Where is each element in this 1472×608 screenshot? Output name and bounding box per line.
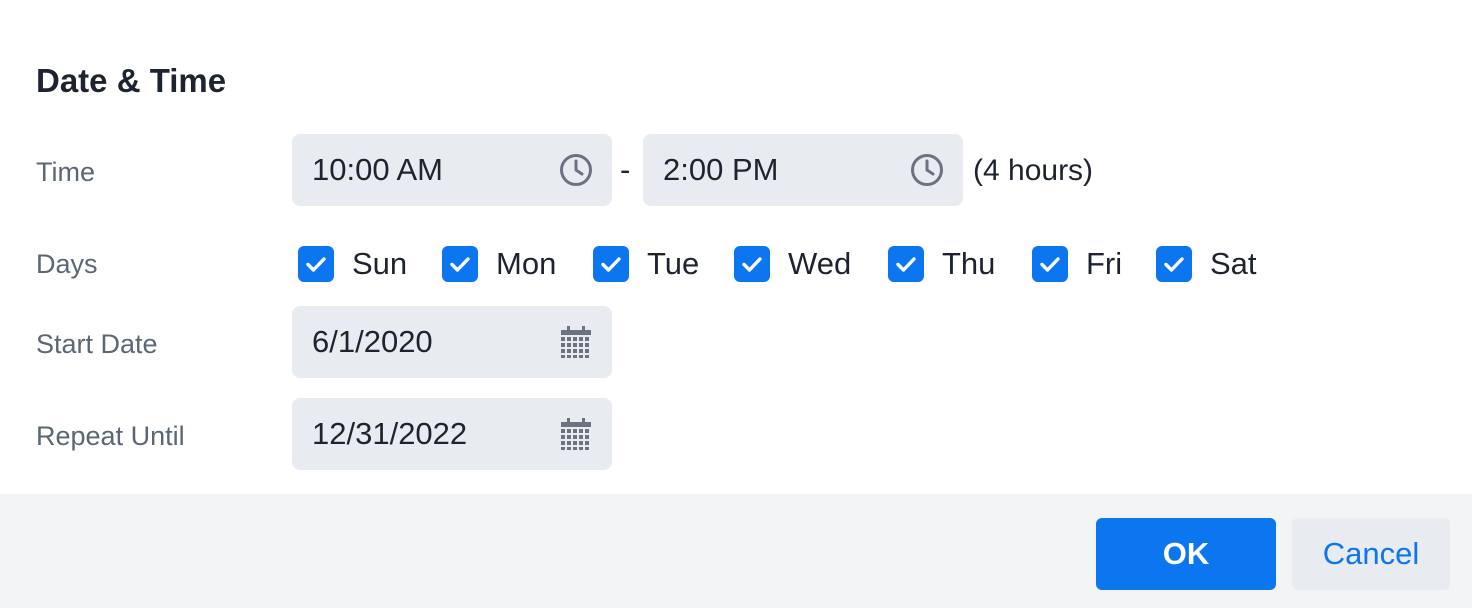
dialog-title: Date & Time xyxy=(36,62,227,99)
checkbox-checked-icon[interactable] xyxy=(734,246,770,282)
dialog-body: Date & Time Time 10:00 AM - 2:00 PM (4 h… xyxy=(0,0,1472,494)
time-label: Time xyxy=(36,157,95,187)
checkbox-checked-icon[interactable] xyxy=(888,246,924,282)
duration-text: (4 hours) xyxy=(973,154,1094,187)
day-label: Fri xyxy=(1086,246,1123,281)
calendar-icon[interactable] xyxy=(558,324,594,360)
cancel-button[interactable]: Cancel xyxy=(1292,518,1450,590)
repeat-until-field[interactable]: 12/31/2022 xyxy=(292,398,612,470)
day-label: Thu xyxy=(942,246,996,281)
checkbox-checked-icon[interactable] xyxy=(442,246,478,282)
clock-icon[interactable] xyxy=(909,152,945,188)
day-label: Wed xyxy=(788,246,852,281)
start-date-label: Start Date xyxy=(36,329,158,359)
dialog-footer: OK Cancel xyxy=(0,494,1472,608)
day-label: Mon xyxy=(496,246,557,281)
calendar-icon[interactable] xyxy=(558,416,594,452)
start-time-field[interactable]: 10:00 AM xyxy=(292,134,612,206)
repeat-until-label: Repeat Until xyxy=(36,421,185,451)
day-label: Tue xyxy=(647,246,700,281)
checkbox-checked-icon[interactable] xyxy=(1156,246,1192,282)
start-date-field[interactable]: 6/1/2020 xyxy=(292,306,612,378)
ok-button[interactable]: OK xyxy=(1096,518,1276,590)
checkbox-checked-icon[interactable] xyxy=(1032,246,1068,282)
checkbox-checked-icon[interactable] xyxy=(593,246,629,282)
days-label: Days xyxy=(36,249,98,279)
day-label: Sun xyxy=(352,246,408,281)
start-date-value: 6/1/2020 xyxy=(312,324,433,359)
end-time-value: 2:00 PM xyxy=(663,152,779,187)
repeat-until-value: 12/31/2022 xyxy=(312,416,468,451)
time-separator: - xyxy=(620,152,631,187)
clock-icon[interactable] xyxy=(558,152,594,188)
start-time-value: 10:00 AM xyxy=(312,152,443,187)
checkbox-checked-icon[interactable] xyxy=(298,246,334,282)
day-label: Sat xyxy=(1210,246,1257,281)
end-time-field[interactable]: 2:00 PM xyxy=(643,134,963,206)
